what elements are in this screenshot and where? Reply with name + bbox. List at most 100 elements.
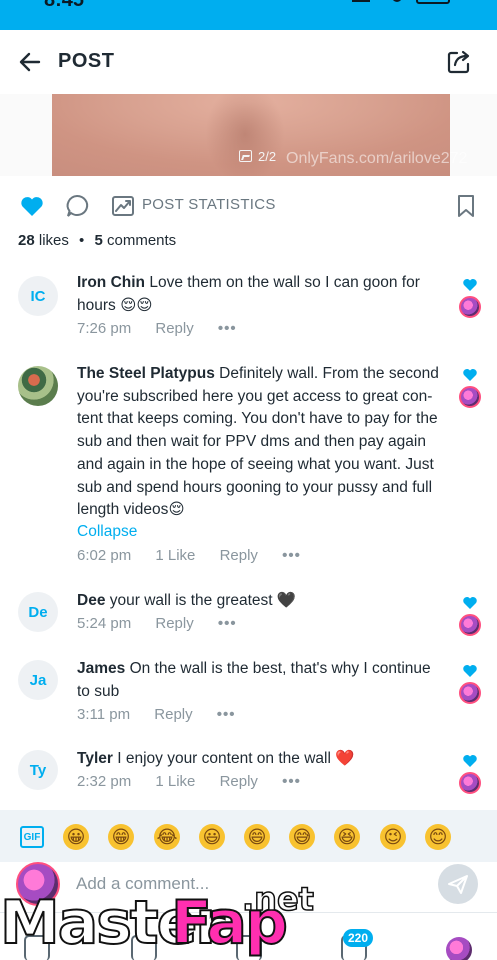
- likes-count[interactable]: 28: [18, 232, 35, 249]
- comment-meta: 7:26 pm Reply •••: [77, 320, 257, 337]
- reply-button[interactable]: Reply: [220, 547, 258, 564]
- avatar[interactable]: Ja: [18, 660, 58, 700]
- share-icon: [447, 50, 470, 74]
- comment-text: I enjoy your content on the wall ❤️: [117, 750, 355, 767]
- arrow-left-icon: [19, 52, 41, 72]
- image-icon: [239, 150, 252, 162]
- comment-like-heart-icon[interactable]: [462, 663, 478, 678]
- bookmark-button[interactable]: [452, 192, 480, 220]
- emoji-button[interactable]: 😉: [380, 824, 406, 850]
- profile-avatar[interactable]: [446, 937, 472, 960]
- comment-like-heart-icon[interactable]: [462, 753, 478, 768]
- comment-author[interactable]: The Steel Platypus: [77, 365, 215, 382]
- post-actions: POST STATISTICS: [0, 176, 497, 234]
- heart-icon: [21, 197, 43, 216]
- post-statistics-label[interactable]: POST STATISTICS: [142, 196, 276, 213]
- reply-button[interactable]: Reply: [220, 773, 258, 790]
- emoji-button[interactable]: 😊: [425, 824, 451, 850]
- engagement-summary: 28 likes • 5 comments: [18, 232, 176, 249]
- comment-author[interactable]: James: [77, 660, 125, 677]
- bookmark-icon: [458, 195, 474, 217]
- emoji-button[interactable]: 😆: [334, 824, 360, 850]
- post-media[interactable]: 2/2 OnlyFans.com/arilove272: [0, 94, 497, 176]
- status-time: 8:45: [44, 0, 85, 11]
- comment-text: On the wall is the best, that's why I co…: [77, 660, 431, 700]
- emoji-button[interactable]: 😀: [63, 824, 89, 850]
- comment-like-heart-icon[interactable]: [462, 277, 478, 292]
- more-options-button[interactable]: •••: [218, 320, 237, 337]
- comment-bubble-icon: [66, 194, 89, 217]
- comment-body: Dee your wall is the greatest 🖤: [77, 590, 439, 613]
- emoji-button[interactable]: 😂: [154, 824, 180, 850]
- comment-like-heart-icon[interactable]: [462, 367, 478, 382]
- reply-button[interactable]: Reply: [154, 706, 192, 723]
- comment-meta: 6:02 pm 1 Like Reply •••: [77, 547, 321, 564]
- emoji-button[interactable]: 😅: [289, 824, 315, 850]
- more-options-button[interactable]: •••: [282, 547, 301, 564]
- add-post-icon[interactable]: [236, 935, 262, 960]
- notifications-icon[interactable]: [131, 935, 157, 960]
- comments-count[interactable]: 5: [94, 232, 102, 249]
- battery-icon: [416, 0, 450, 4]
- comment-body: Iron Chin Love them on the wall so I can…: [77, 272, 439, 317]
- comments-label[interactable]: comments: [107, 232, 176, 249]
- comment-like-count[interactable]: 1 Like: [155, 773, 195, 790]
- collapse-link[interactable]: Collapse: [77, 523, 137, 541]
- home-icon[interactable]: [24, 935, 50, 960]
- comment-input[interactable]: [76, 872, 416, 896]
- comment-text: Definitely wall. From the second you're …: [77, 365, 439, 519]
- page-title: POST: [58, 50, 115, 72]
- creator-liked-avatar: [459, 386, 481, 408]
- avatar[interactable]: De: [18, 592, 58, 632]
- send-icon: [448, 875, 468, 894]
- comment-like-count[interactable]: 1 Like: [155, 547, 195, 564]
- post-header: POST: [0, 30, 497, 94]
- comment-author[interactable]: Iron Chin: [77, 274, 145, 291]
- reply-button[interactable]: Reply: [155, 615, 193, 632]
- comment-time: 7:26 pm: [77, 320, 132, 337]
- more-options-button[interactable]: •••: [282, 773, 301, 790]
- avatar[interactable]: IC: [18, 276, 58, 316]
- creator-liked-avatar: [459, 772, 481, 794]
- comment-body: James On the wall is the best, that's wh…: [77, 658, 439, 703]
- comment-text: your wall is the greatest 🖤: [109, 592, 297, 609]
- location-icon: [392, 0, 402, 2]
- emoji-button[interactable]: 😁: [108, 824, 134, 850]
- back-button[interactable]: [16, 48, 44, 76]
- comment-button[interactable]: [63, 192, 91, 220]
- more-options-button[interactable]: •••: [218, 615, 237, 632]
- creator-liked-avatar: [459, 682, 481, 704]
- comment-meta: 2:32 pm 1 Like Reply •••: [77, 773, 321, 790]
- more-options-button[interactable]: •••: [217, 706, 236, 723]
- messages-badge: 220: [343, 929, 374, 947]
- emoji-button[interactable]: 😄: [244, 824, 270, 850]
- like-button[interactable]: [18, 192, 46, 220]
- comment-time: 6:02 pm: [77, 547, 132, 564]
- status-bar: 8:45: [0, 0, 497, 30]
- emoji-bar: GIF 😀 😁 😂 😃 😄 😅 😆 😉 😊: [0, 810, 497, 862]
- creator-liked-avatar: [459, 614, 481, 636]
- comment-body: Tyler I enjoy your content on the wall ❤…: [77, 748, 439, 771]
- signal-icon: [352, 0, 370, 2]
- emoji-button[interactable]: 😃: [199, 824, 225, 850]
- avatar[interactable]: Ty: [18, 750, 58, 790]
- comment-meta: 3:11 pm Reply •••: [77, 706, 256, 723]
- comment-like-heart-icon[interactable]: [462, 595, 478, 610]
- comment-time: 5:24 pm: [77, 615, 132, 632]
- creator-liked-avatar: [459, 296, 481, 318]
- likes-label[interactable]: likes: [39, 232, 69, 249]
- media-watermark: OnlyFans.com/arilove272: [286, 150, 468, 167]
- bottom-nav: 220: [0, 912, 497, 960]
- reply-button[interactable]: Reply: [155, 320, 193, 337]
- post-statistics-button[interactable]: [109, 192, 137, 220]
- avatar[interactable]: [18, 366, 58, 406]
- share-button[interactable]: [444, 47, 474, 77]
- send-button[interactable]: [438, 864, 478, 904]
- media-counter: 2/2: [239, 146, 276, 166]
- comment-author[interactable]: Tyler: [77, 750, 113, 767]
- comment-time: 2:32 pm: [77, 773, 132, 790]
- comment-time: 3:11 pm: [77, 706, 131, 723]
- gif-button[interactable]: GIF: [20, 826, 44, 848]
- comment-author[interactable]: Dee: [77, 592, 105, 609]
- current-user-avatar[interactable]: [16, 862, 60, 906]
